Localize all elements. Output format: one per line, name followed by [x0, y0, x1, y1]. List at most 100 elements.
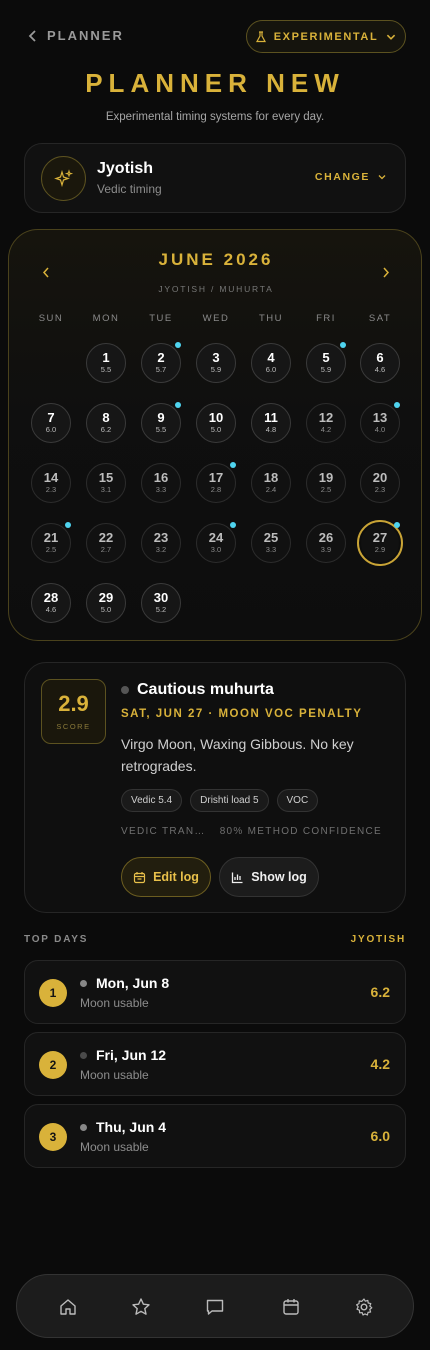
day-number: 25: [263, 530, 279, 545]
calendar-day[interactable]: 21 2.5: [31, 523, 71, 563]
day-score: 3.9: [320, 545, 332, 554]
calendar-day[interactable]: 17 2.8: [196, 463, 236, 503]
day-number: 14: [43, 470, 59, 485]
gear-icon[interactable]: [352, 1295, 376, 1319]
star-icon[interactable]: [129, 1295, 153, 1319]
top-day-date: Fri, Jun 12: [96, 1047, 167, 1063]
day-score: 6.2: [100, 425, 112, 434]
day-score: 3.3: [265, 545, 277, 554]
day-number: 27: [372, 530, 388, 545]
day-number: 8: [102, 410, 110, 425]
calendar-day[interactable]: 24 3.0: [196, 523, 236, 563]
calendar-day[interactable]: 10 5.0: [196, 403, 236, 443]
status-dot: [80, 980, 87, 987]
flask-icon: [255, 30, 266, 42]
tag: Drishti load 5: [190, 789, 269, 812]
calendar-day[interactable]: 19 2.5: [306, 463, 346, 503]
day-number: 7: [47, 410, 55, 425]
top-day-item[interactable]: 2 Fri, Jun 12 Moon usable 4.2: [24, 1032, 406, 1096]
experimental-toggle[interactable]: EXPERIMENTAL: [246, 20, 406, 53]
calendar-day[interactable]: 5 5.9: [306, 343, 346, 383]
top-day-item[interactable]: 3 Thu, Jun 4 Moon usable 6.0: [24, 1104, 406, 1168]
day-score: 6.0: [265, 365, 277, 374]
calendar-day[interactable]: 8 6.2: [86, 403, 126, 443]
change-system-button[interactable]: CHANGE: [315, 171, 387, 183]
calendar-day[interactable]: 15 3.1: [86, 463, 126, 503]
next-month-button[interactable]: [378, 264, 394, 280]
chevron-left-icon: [28, 29, 36, 42]
meta-confidence: 80% METHOD CONFIDENCE: [219, 826, 383, 837]
day-number: 21: [43, 530, 59, 545]
day-score: 5.2: [155, 605, 167, 614]
score-value: 2.9: [58, 691, 89, 716]
day-detail-card: 2.9 SCORE Cautious muhurta SAT, JUN 27 ·…: [24, 662, 406, 913]
day-score: 6.0: [45, 425, 57, 434]
calendar-day[interactable]: 20 2.3: [360, 463, 400, 503]
event-indicator-dot: [175, 402, 181, 408]
event-indicator-dot: [230, 462, 236, 468]
calendar-day[interactable]: 30 5.2: [141, 583, 181, 623]
change-label: CHANGE: [314, 171, 370, 183]
day-score: 5.9: [210, 365, 222, 374]
day-number: 23: [153, 530, 169, 545]
top-day-item[interactable]: 1 Mon, Jun 8 Moon usable 6.2: [24, 960, 406, 1024]
calendar-day[interactable]: 18 2.4: [251, 463, 291, 503]
calendar-day[interactable]: 29 5.0: [86, 583, 126, 623]
day-score: 2.9: [374, 545, 386, 554]
calendar-day[interactable]: 13 4.0: [360, 403, 400, 443]
day-score: 2.3: [45, 485, 57, 494]
top-day-note: Moon usable: [80, 1068, 149, 1082]
day-score: 5.7: [155, 365, 167, 374]
edit-log-label: Edit log: [153, 870, 199, 884]
day-number: 11: [264, 410, 278, 425]
calendar-day[interactable]: 22 2.7: [86, 523, 126, 563]
day-number: 9: [157, 410, 165, 425]
home-icon[interactable]: [56, 1295, 80, 1319]
calendar-day[interactable]: 25 3.3: [251, 523, 291, 563]
event-indicator-dot: [175, 342, 181, 348]
calendar-day[interactable]: 16 3.3: [141, 463, 181, 503]
calendar-month: JUNE 2026: [158, 250, 274, 269]
calendar-day[interactable]: 1 5.5: [86, 343, 126, 383]
day-number: 28: [43, 590, 59, 605]
chevron-down-icon: [387, 34, 396, 40]
calendar-day[interactable]: 4 6.0: [251, 343, 291, 383]
day-score: 5.9: [320, 365, 332, 374]
chevron-right-icon: [383, 267, 390, 277]
edit-log-button[interactable]: Edit log: [121, 857, 211, 897]
calendar-day[interactable]: 7 6.0: [31, 403, 71, 443]
event-indicator-dot: [340, 342, 346, 348]
event-indicator-dot: [394, 402, 400, 408]
show-log-button[interactable]: Show log: [219, 857, 319, 897]
day-number: 30: [153, 590, 169, 605]
top-day-score: 6.2: [370, 984, 390, 1000]
top-day-note: Moon usable: [80, 996, 149, 1010]
day-score: 3.0: [210, 545, 222, 554]
calendar-day[interactable]: 2 5.7: [141, 343, 181, 383]
chat-icon[interactable]: [203, 1295, 227, 1319]
day-number: 26: [318, 530, 334, 545]
calendar-icon[interactable]: [279, 1295, 303, 1319]
day-score: 3.2: [155, 545, 167, 554]
calendar-day[interactable]: 9 5.5: [141, 403, 181, 443]
score-label: SCORE: [56, 722, 91, 731]
calendar-day[interactable]: 11 4.8: [251, 403, 291, 443]
calendar-day[interactable]: 3 5.9: [196, 343, 236, 383]
day-score: 2.5: [320, 485, 332, 494]
calendar-day[interactable]: 6 4.6: [360, 343, 400, 383]
rank-badge: 2: [39, 1051, 67, 1079]
calendar-day[interactable]: 23 3.2: [141, 523, 181, 563]
day-number: 29: [98, 590, 114, 605]
status-dot: [80, 1124, 87, 1131]
calendar-day[interactable]: 14 2.3: [31, 463, 71, 503]
calendar-day[interactable]: 28 4.6: [31, 583, 71, 623]
weekday-label: TUE: [149, 313, 173, 324]
status-dot: [121, 686, 129, 694]
day-number: 5: [322, 350, 330, 365]
calendar-day[interactable]: 12 4.2: [306, 403, 346, 443]
detail-description: Virgo Moon, Waxing Gibbous. No key retro…: [121, 736, 354, 774]
back-button[interactable]: PLANNER: [28, 28, 124, 43]
sparkles-icon: [41, 156, 86, 201]
calendar-day[interactable]: 26 3.9: [306, 523, 346, 563]
day-number: 6: [376, 350, 384, 365]
